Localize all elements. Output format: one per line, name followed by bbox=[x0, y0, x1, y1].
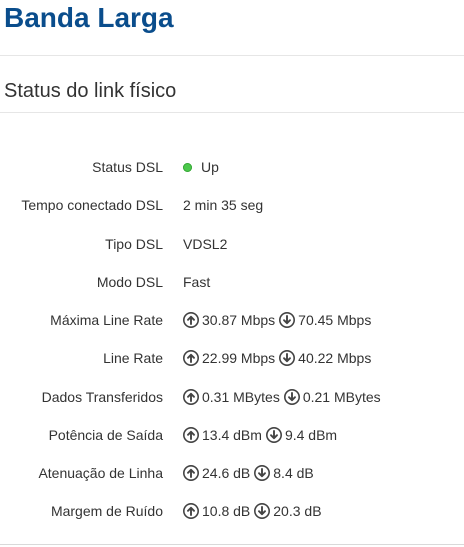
row-dados-transferidos: Dados Transferidos 0.31 MBytes 0.21 MByt… bbox=[0, 378, 464, 416]
maxima-line-rate-value: 30.87 Mbps 70.45 Mbps bbox=[183, 311, 371, 329]
upstream-value: 24.6 dB bbox=[202, 465, 251, 482]
upstream-value: 30.87 Mbps bbox=[202, 312, 276, 329]
margem-ruido-value: 10.8 dB 20.3 dB bbox=[183, 502, 322, 520]
status-dsl-label: Status DSL bbox=[92, 159, 163, 176]
arrow-down-circle-icon bbox=[279, 312, 296, 329]
arrow-down-circle-icon bbox=[283, 388, 300, 405]
modo-dsl-label: Modo DSL bbox=[96, 273, 163, 290]
arrow-up-circle-icon bbox=[183, 465, 199, 482]
downstream-value: 40.22 Mbps bbox=[298, 350, 372, 367]
row-tipo-dsl: Tipo DSL VDSL2 bbox=[0, 225, 464, 263]
arrow-down-circle-icon bbox=[254, 503, 271, 520]
arrow-up-circle-icon bbox=[183, 312, 199, 329]
tempo-conectado-label: Tempo conectado DSL bbox=[21, 197, 163, 214]
downstream-value: 20.3 dB bbox=[273, 503, 322, 520]
section-divider bbox=[0, 112, 464, 113]
downstream-value: 8.4 dB bbox=[273, 465, 314, 482]
line-rate-label: Line Rate bbox=[103, 350, 163, 367]
downstream-value: 0.21 MBytes bbox=[302, 388, 381, 405]
atenuacao-linha-label: Atenuação de Linha bbox=[38, 465, 163, 482]
page-title: Banda Larga bbox=[4, 2, 174, 33]
potencia-saida-value: 13.4 dBm 9.4 dBm bbox=[183, 426, 337, 444]
maxima-line-rate-label: Máxima Line Rate bbox=[50, 312, 163, 329]
row-potencia-saida: Potência de Saída 13.4 dBm 9.4 dBm bbox=[0, 416, 464, 454]
status-dot-icon bbox=[183, 162, 192, 172]
tempo-conectado-value: 2 min 35 seg bbox=[183, 197, 264, 214]
row-modo-dsl: Modo DSL Fast bbox=[0, 263, 464, 301]
row-tempo-conectado: Tempo conectado DSL 2 min 35 seg bbox=[0, 186, 464, 224]
downstream-value: 9.4 dBm bbox=[284, 426, 338, 443]
upstream-value: 10.8 dB bbox=[202, 503, 251, 520]
row-maxima-line-rate: Máxima Line Rate 30.87 Mbps 70.45 Mbps bbox=[0, 301, 464, 339]
header-divider bbox=[0, 55, 464, 56]
row-status-dsl: Status DSL Up bbox=[0, 148, 464, 186]
downstream-value: 70.45 Mbps bbox=[298, 312, 372, 329]
row-atenuacao-linha: Atenuação de Linha 24.6 dB 8.4 dB bbox=[0, 454, 464, 492]
margem-ruido-label: Margem de Ruído bbox=[50, 503, 163, 520]
arrow-up-circle-icon bbox=[183, 388, 199, 405]
arrow-up-circle-icon bbox=[183, 503, 199, 520]
dados-transferidos-label: Dados Transferidos bbox=[41, 388, 163, 405]
status-table: Status DSL Up Tempo conectado DSL 2 min … bbox=[0, 148, 464, 531]
atenuacao-linha-value: 24.6 dB 8.4 dB bbox=[183, 464, 314, 482]
tipo-dsl-value: VDSL2 bbox=[183, 235, 228, 252]
status-dsl-value: Up bbox=[183, 158, 219, 176]
row-margem-ruido: Margem de Ruído 10.8 dB 20.3 dB bbox=[0, 492, 464, 530]
dados-transferidos-value: 0.31 MBytes 0.21 MBytes bbox=[183, 388, 381, 406]
arrow-down-circle-icon bbox=[279, 350, 296, 367]
arrow-up-circle-icon bbox=[183, 426, 199, 443]
footer-divider bbox=[0, 544, 464, 545]
upstream-value: 0.31 MBytes bbox=[202, 388, 280, 405]
potencia-saida-label: Potência de Saída bbox=[48, 426, 163, 443]
modo-dsl-value: Fast bbox=[183, 273, 211, 290]
line-rate-value: 22.99 Mbps 40.22 Mbps bbox=[183, 349, 371, 367]
tipo-dsl-label: Tipo DSL bbox=[105, 235, 163, 252]
section-title: Status do link físico bbox=[4, 80, 177, 102]
upstream-value: 22.99 Mbps bbox=[202, 350, 276, 367]
arrow-down-circle-icon bbox=[254, 465, 271, 482]
upstream-value: 13.4 dBm bbox=[202, 426, 262, 443]
status-dsl-text: Up bbox=[201, 159, 219, 176]
arrow-up-circle-icon bbox=[183, 350, 199, 367]
row-line-rate: Line Rate 22.99 Mbps 40.22 Mbps bbox=[0, 339, 464, 377]
arrow-down-circle-icon bbox=[265, 426, 282, 443]
